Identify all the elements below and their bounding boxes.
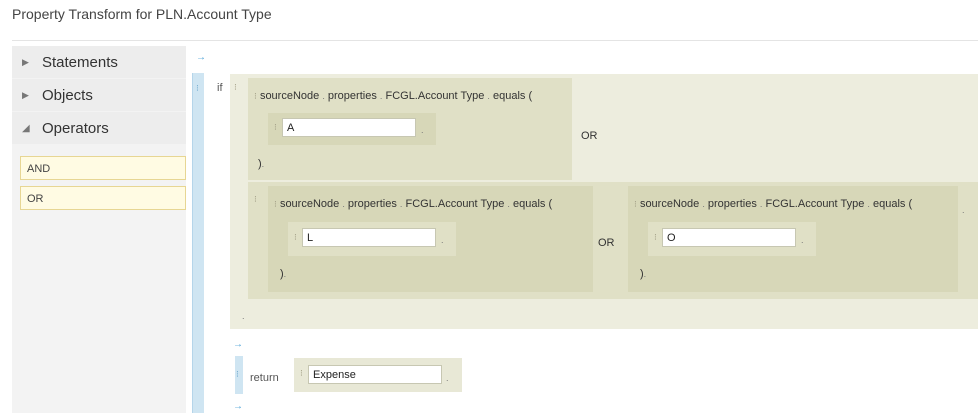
dot-separator: . [446,373,449,383]
section-operators[interactable]: ◢ Operators [12,112,186,144]
token-properties[interactable]: properties [328,90,377,102]
or-operator-label: OR [581,130,598,142]
dot-separator: . [441,235,444,245]
return-statement-rail[interactable]: ⁝ [235,356,243,394]
section-label: Objects [42,86,93,104]
drag-handle-icon[interactable]: ⁝ [274,199,277,209]
page-title: Property Transform for PLN.Account Type [12,6,272,22]
token-properties[interactable]: properties [708,198,757,210]
drag-handle-icon[interactable]: ⁝ [654,232,657,243]
insert-arrow-icon[interactable]: → [233,401,243,412]
token-source[interactable]: sourceNode [640,198,699,210]
insert-arrow-icon[interactable]: → [233,339,243,350]
title-divider [12,40,978,41]
palette-panel: ▶ Statements ▶ Objects ◢ Operators AND O… [12,46,186,413]
value-input-l[interactable]: L [302,228,436,247]
drag-handle-icon[interactable]: ⁝ [196,83,199,94]
drag-handle-icon[interactable]: ⁝ [254,194,257,205]
token-equals[interactable]: equals ( [493,90,532,102]
dot-separator: . [801,235,804,245]
expand-triangle-icon: ▶ [22,89,29,100]
value-input-a[interactable]: A [282,118,416,137]
close-paren: ). [280,268,287,280]
return-value-input[interactable]: Expense [308,365,442,384]
token-property-name[interactable]: FCGL.Account Type [385,90,484,102]
drag-handle-icon[interactable]: ⁝ [254,91,257,101]
value-input-o[interactable]: O [662,228,796,247]
drag-handle-icon[interactable]: ⁝ [234,82,237,93]
return-keyword: return [250,372,279,384]
dot-separator: . [962,205,965,215]
expand-triangle-icon: ▶ [22,56,29,67]
drag-handle-icon[interactable]: ⁝ [274,122,277,133]
drag-handle-icon[interactable]: ⁝ [294,232,297,243]
section-objects[interactable]: ▶ Objects [12,79,186,111]
collapse-triangle-icon: ◢ [22,122,30,134]
operator-or[interactable]: OR [20,186,186,210]
drag-handle-icon[interactable]: ⁝ [634,199,637,209]
operator-and[interactable]: AND [20,156,186,180]
drag-handle-icon[interactable]: ⁝ [300,368,303,379]
close-paren: ). [258,158,265,170]
token-equals[interactable]: equals ( [513,198,552,210]
section-label: Statements [42,53,118,71]
if-keyword: if [217,82,223,94]
token-property-name[interactable]: FCGL.Account Type [765,198,864,210]
close-paren: ). [640,268,647,280]
if-statement-rail[interactable]: ⁝ [192,73,204,413]
dot-separator: . [421,125,424,135]
section-label: Operators [42,119,109,137]
or-operator-label: OR [598,237,615,249]
drag-handle-icon[interactable]: ⁝ [236,369,239,380]
expr-tokens: ⁝ sourceNode . properties . FCGL.Account… [634,198,913,210]
token-equals[interactable]: equals ( [873,198,912,210]
expr-tokens: ⁝ sourceNode . properties . FCGL.Account… [274,198,553,210]
token-source[interactable]: sourceNode [260,90,319,102]
token-properties[interactable]: properties [348,198,397,210]
operator-list: AND OR [20,156,186,216]
dot-separator: . [242,311,245,321]
token-source[interactable]: sourceNode [280,198,339,210]
section-statements[interactable]: ▶ Statements [12,46,186,78]
token-property-name[interactable]: FCGL.Account Type [405,198,504,210]
insert-arrow-icon[interactable]: → [196,52,206,63]
expr-tokens: ⁝ sourceNode . properties . FCGL.Account… [254,90,533,102]
